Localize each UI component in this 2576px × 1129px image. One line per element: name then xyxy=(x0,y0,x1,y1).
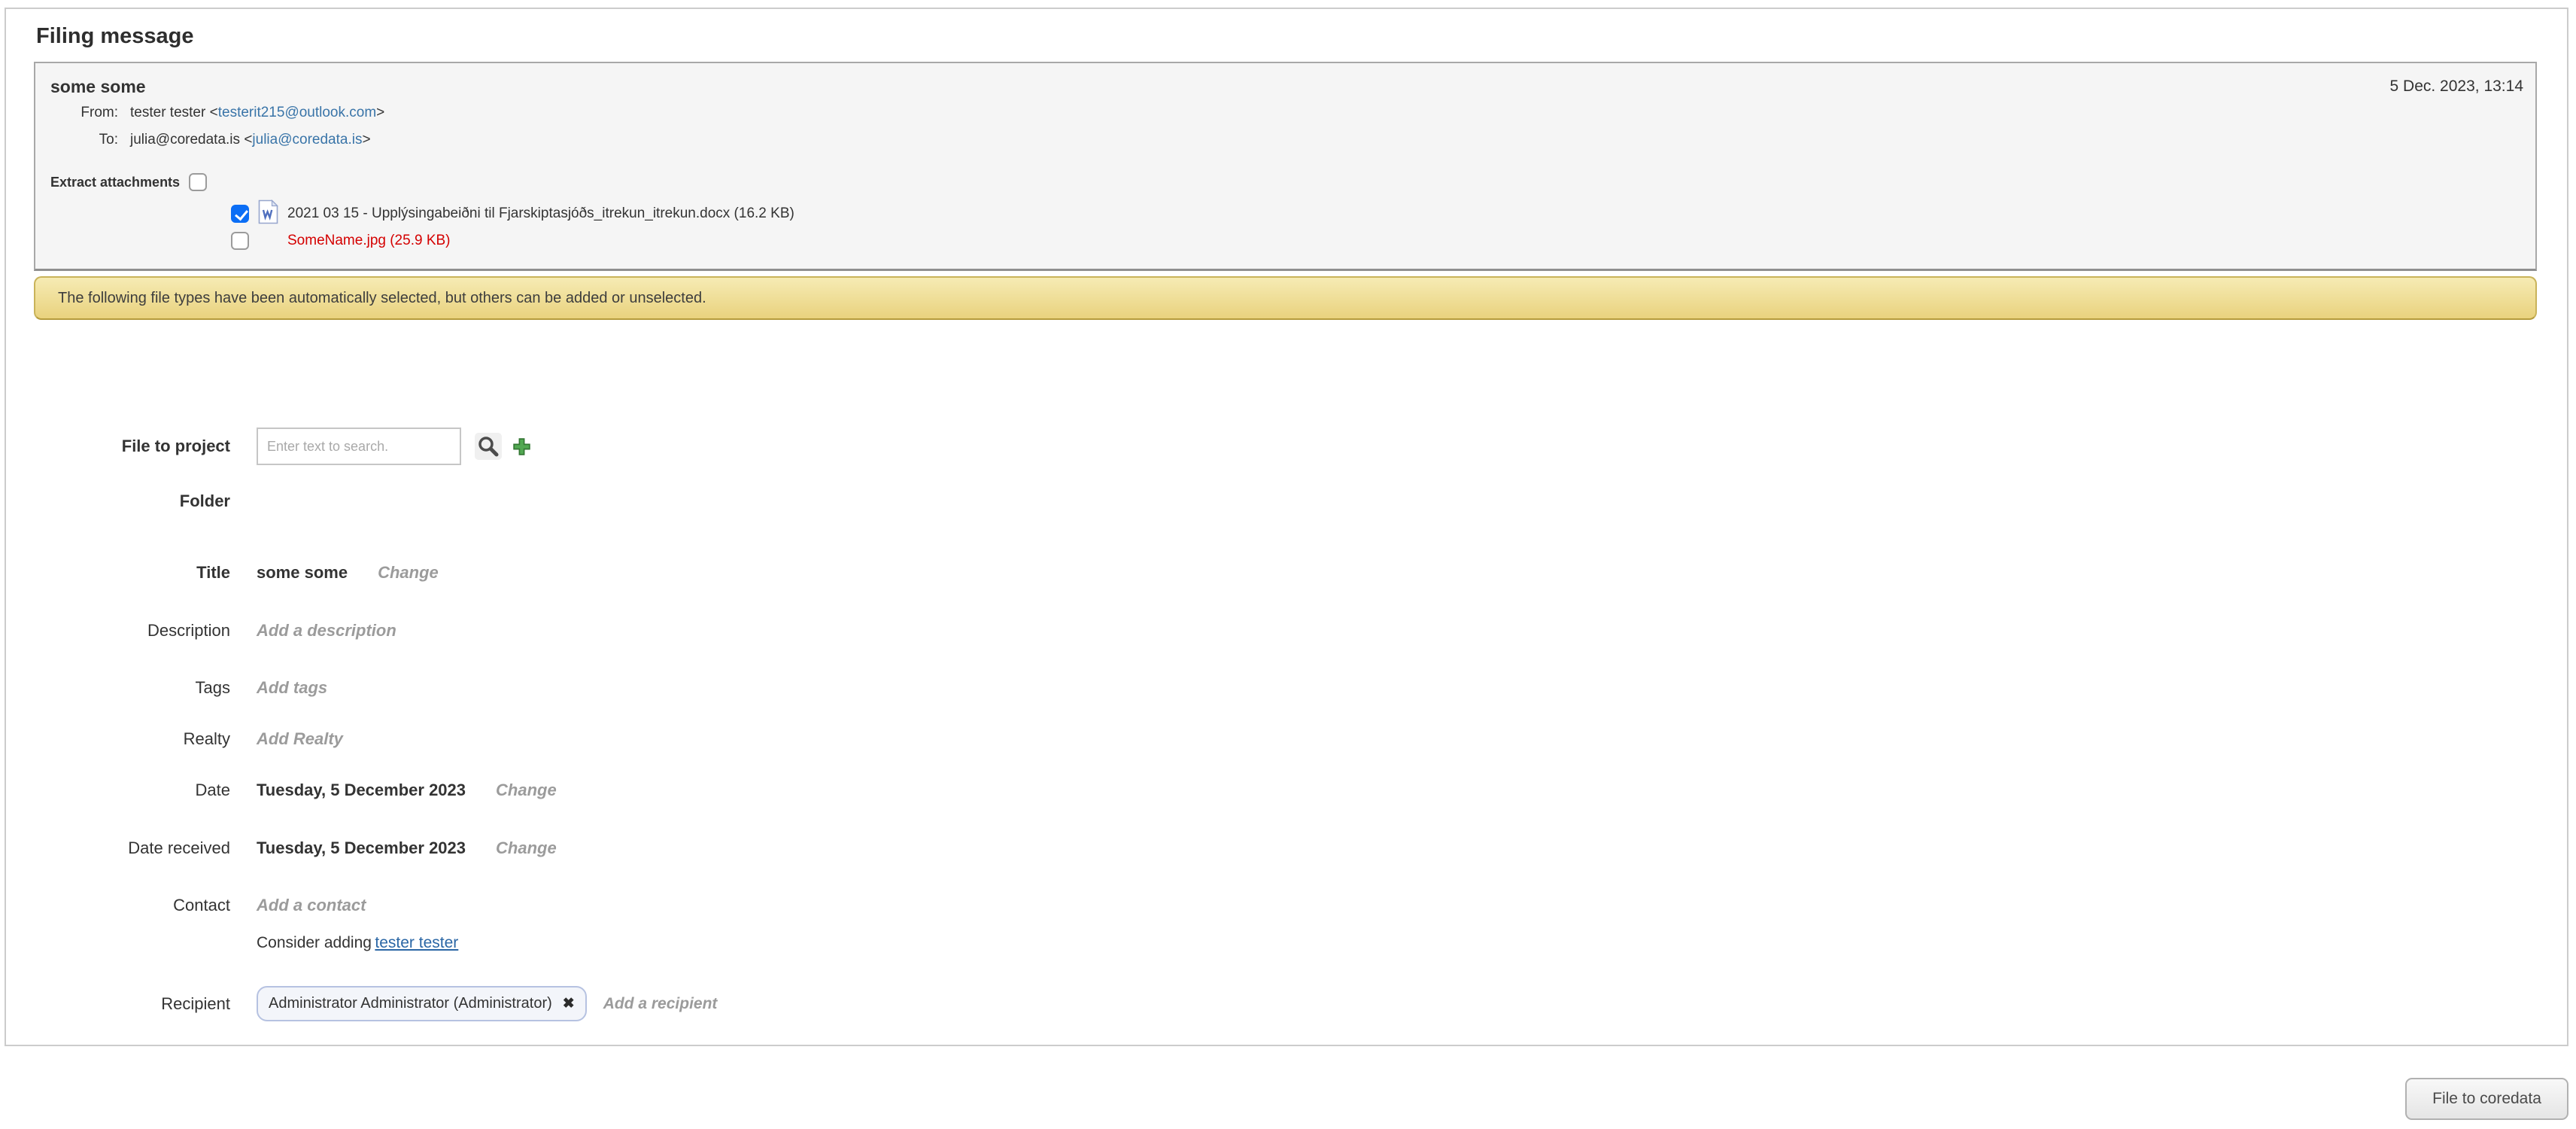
angle-close: > xyxy=(376,105,384,120)
recipient-tag-text: Administrator Administrator (Administrat… xyxy=(269,995,552,1012)
attachment-list: 2021 03 15 - Upplýsingabeiðni til Fjarsk… xyxy=(231,200,794,254)
from-value: tester tester <testerit215@outlook.com> xyxy=(130,99,384,126)
search-button[interactable] xyxy=(475,433,502,460)
from-email-link[interactable]: testerit215@outlook.com xyxy=(218,105,376,120)
notice-text: The following file types have been autom… xyxy=(58,290,706,307)
add-tags-field[interactable]: Add tags xyxy=(257,678,327,698)
add-icon xyxy=(512,437,532,457)
title-change-link[interactable]: Change xyxy=(378,563,439,583)
contact-suggestion: Consider adding tester tester xyxy=(257,934,458,952)
date-row: Date Tuesday, 5 December 2023 Change xyxy=(6,781,2556,800)
word-file-icon xyxy=(258,199,278,229)
attachment-name: 2021 03 15 - Upplýsingabeiðni til Fjarsk… xyxy=(287,205,794,222)
to-value: julia@coredata.is <julia@coredata.is> xyxy=(130,126,371,154)
message-addresses: From: tester tester <testerit215@outlook… xyxy=(35,99,384,154)
contact-row: Contact Add a contact xyxy=(6,896,2556,915)
recipient-tag: Administrator Administrator (Administrat… xyxy=(257,986,587,1021)
tags-row: Tags Add tags xyxy=(6,678,2556,698)
date-received-value: Tuesday, 5 December 2023 xyxy=(257,838,466,858)
from-name: tester tester xyxy=(130,105,205,120)
page-title: Filing message xyxy=(36,24,194,49)
attachment-checkbox[interactable] xyxy=(231,232,249,250)
contact-label: Contact xyxy=(6,896,230,915)
realty-row: Realty Add Realty xyxy=(6,729,2556,749)
date-received-change-link[interactable]: Change xyxy=(496,838,557,858)
description-label: Description xyxy=(6,621,230,641)
title-row: Title some some Change xyxy=(6,563,2556,583)
search-icon xyxy=(476,434,500,458)
to-label: To: xyxy=(35,126,118,154)
tags-label: Tags xyxy=(6,678,230,698)
description-row: Description Add a description xyxy=(6,621,2556,641)
attachment-checkbox[interactable] xyxy=(231,205,249,223)
folder-label: Folder xyxy=(6,491,230,511)
contact-suggestion-row: Consider adding tester tester xyxy=(6,934,2556,952)
add-project-button[interactable] xyxy=(508,433,535,460)
extract-attachments-row: Extract attachments xyxy=(50,173,207,191)
project-search-input[interactable] xyxy=(257,428,461,465)
attachment-row: SomeName.jpg (25.9 KB) xyxy=(231,227,794,254)
file-to-project-row: File to project xyxy=(6,428,2556,465)
to-name: julia@coredata.is xyxy=(130,132,240,148)
attachment-name: SomeName.jpg (25.9 KB) xyxy=(287,233,451,249)
add-contact-field[interactable]: Add a contact xyxy=(257,896,366,915)
add-recipient-field[interactable]: Add a recipient xyxy=(603,995,718,1013)
file-to-coredata-button[interactable]: File to coredata xyxy=(2405,1078,2568,1120)
angle-close: > xyxy=(362,132,370,148)
extract-attachments-checkbox[interactable] xyxy=(189,173,207,191)
angle-open: < xyxy=(244,132,252,148)
to-row: To: julia@coredata.is <julia@coredata.is… xyxy=(35,126,384,154)
date-change-link[interactable]: Change xyxy=(496,781,557,800)
file-to-project-value xyxy=(257,428,535,465)
date-value: Tuesday, 5 December 2023 xyxy=(257,781,466,800)
date-received-value-group: Tuesday, 5 December 2023 Change xyxy=(257,838,557,858)
add-realty-field[interactable]: Add Realty xyxy=(257,729,343,749)
date-value-group: Tuesday, 5 December 2023 Change xyxy=(257,781,557,800)
angle-open: < xyxy=(210,105,218,120)
date-received-label: Date received xyxy=(6,838,230,858)
from-label: From: xyxy=(35,99,118,126)
folder-row: Folder xyxy=(6,491,2556,511)
suggested-contact-link[interactable]: tester tester xyxy=(375,934,458,952)
realty-label: Realty xyxy=(6,729,230,749)
message-subject: some some xyxy=(50,77,146,97)
to-email-link[interactable]: julia@coredata.is xyxy=(252,132,362,148)
auto-select-notice: The following file types have been autom… xyxy=(34,276,2537,320)
recipient-label: Recipient xyxy=(6,994,230,1014)
message-datetime: 5 Dec. 2023, 13:14 xyxy=(2390,78,2523,96)
attachment-icon-spacer xyxy=(258,241,278,242)
recipient-value-group: Administrator Administrator (Administrat… xyxy=(257,986,717,1021)
add-description-field[interactable]: Add a description xyxy=(257,621,396,641)
extract-attachments-label: Extract attachments xyxy=(50,175,180,190)
title-value-group: some some Change xyxy=(257,563,439,583)
date-received-row: Date received Tuesday, 5 December 2023 C… xyxy=(6,838,2556,858)
date-label: Date xyxy=(6,781,230,800)
attachment-row: 2021 03 15 - Upplýsingabeiðni til Fjarsk… xyxy=(231,200,794,227)
title-value: some some xyxy=(257,563,348,583)
recipient-row: Recipient Administrator Administrator (A… xyxy=(6,986,2556,1021)
file-to-project-label: File to project xyxy=(6,437,230,456)
consider-adding-text: Consider adding xyxy=(257,934,372,952)
remove-icon[interactable]: ✖ xyxy=(563,997,575,1011)
filing-dialog: Filing message some some 5 Dec. 2023, 13… xyxy=(5,8,2568,1046)
title-label: Title xyxy=(6,563,230,583)
from-row: From: tester tester <testerit215@outlook… xyxy=(35,99,384,126)
message-preview-box: some some 5 Dec. 2023, 13:14 From: teste… xyxy=(34,62,2537,271)
